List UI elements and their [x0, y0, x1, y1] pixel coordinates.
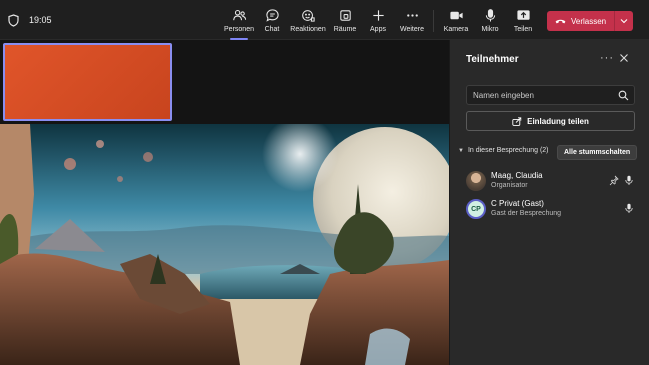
- share-arrow-icon: [512, 116, 522, 126]
- participants-panel: Teilnehmer ··· Einladung teilen ▼ In die…: [449, 40, 649, 365]
- section-label: In dieser Besprechung (2): [467, 147, 549, 154]
- rooms-icon: [339, 10, 351, 21]
- close-icon[interactable]: [619, 53, 629, 63]
- chevron-down-icon: ▼: [458, 147, 464, 154]
- leave-button[interactable]: Verlassen: [547, 11, 615, 31]
- camera-button[interactable]: Kamera: [443, 6, 469, 38]
- microphone-icon: [625, 175, 633, 185]
- panel-more-button[interactable]: ···: [600, 52, 614, 64]
- camera-icon: [449, 11, 463, 20]
- shield-icon: [8, 14, 19, 27]
- hang-up-icon: [555, 19, 566, 24]
- more-icon: [406, 14, 418, 17]
- chat-icon: [265, 9, 279, 22]
- participant-item[interactable]: CP C Privat (Gast) Gast der Besprechung: [466, 197, 636, 223]
- chat-button[interactable]: Chat: [262, 6, 282, 38]
- share-label: Teilen: [513, 26, 533, 33]
- people-button[interactable]: Personen: [224, 6, 254, 40]
- meeting-stage: [0, 40, 449, 365]
- chevron-down-icon: [620, 19, 628, 24]
- leave-options-button[interactable]: [615, 18, 633, 24]
- microphone-label: Mikro: [481, 26, 499, 33]
- add-icon: [372, 10, 384, 21]
- participant-video-tile[interactable]: [3, 43, 172, 121]
- rooms-label: Räume: [333, 26, 357, 33]
- search-icon[interactable]: [618, 90, 629, 101]
- shared-screen[interactable]: [0, 124, 449, 365]
- reactions-label: Reaktionen: [290, 26, 326, 33]
- people-label: Personen: [224, 26, 254, 33]
- apps-button[interactable]: Apps: [368, 6, 388, 38]
- search-input[interactable]: [473, 89, 613, 102]
- people-icon: [232, 10, 246, 21]
- camera-label: Kamera: [443, 26, 469, 33]
- more-button[interactable]: Weitere: [399, 6, 425, 38]
- more-icon: ···: [600, 52, 614, 64]
- microphone-icon: [485, 9, 495, 22]
- participant-search: [466, 85, 635, 105]
- participant-item[interactable]: Maag, Claudia Organisator: [466, 169, 636, 195]
- invite-label: Einladung teilen: [527, 116, 589, 126]
- meeting-toolbar: 19:05 Personen Chat Reaktionen Räume App…: [0, 0, 649, 40]
- avatar: [466, 171, 486, 191]
- panel-title: Teilnehmer: [466, 54, 519, 65]
- participant-name: C Privat (Gast): [491, 199, 544, 208]
- share-icon: [516, 10, 530, 20]
- shared-screen-image: [0, 124, 449, 365]
- reactions-button[interactable]: Reaktionen: [290, 6, 326, 38]
- chat-label: Chat: [264, 26, 280, 33]
- toolbar-divider: [433, 10, 434, 32]
- leave-label: Verlassen: [571, 16, 607, 26]
- rooms-button[interactable]: Räume: [334, 6, 356, 38]
- pin-icon[interactable]: [609, 175, 619, 186]
- participant-role: Organisator: [491, 182, 528, 189]
- leave-button-group: Verlassen: [547, 11, 633, 31]
- participant-name: Maag, Claudia: [491, 171, 543, 180]
- meeting-timer: 19:05: [29, 15, 52, 25]
- apps-label: Apps: [370, 26, 386, 33]
- mute-all-button[interactable]: Alle stummschalten: [557, 145, 638, 160]
- share-invite-button[interactable]: Einladung teilen: [466, 111, 635, 131]
- participant-role: Gast der Besprechung: [491, 210, 562, 217]
- avatar: CP: [466, 199, 486, 219]
- in-meeting-section-toggle[interactable]: ▼ In dieser Besprechung (2): [458, 147, 549, 154]
- share-button[interactable]: Teilen: [512, 6, 534, 38]
- microphone-button[interactable]: Mikro: [479, 6, 501, 38]
- microphone-icon: [625, 203, 633, 213]
- reactions-icon: [301, 10, 315, 22]
- more-label: Weitere: [400, 26, 424, 33]
